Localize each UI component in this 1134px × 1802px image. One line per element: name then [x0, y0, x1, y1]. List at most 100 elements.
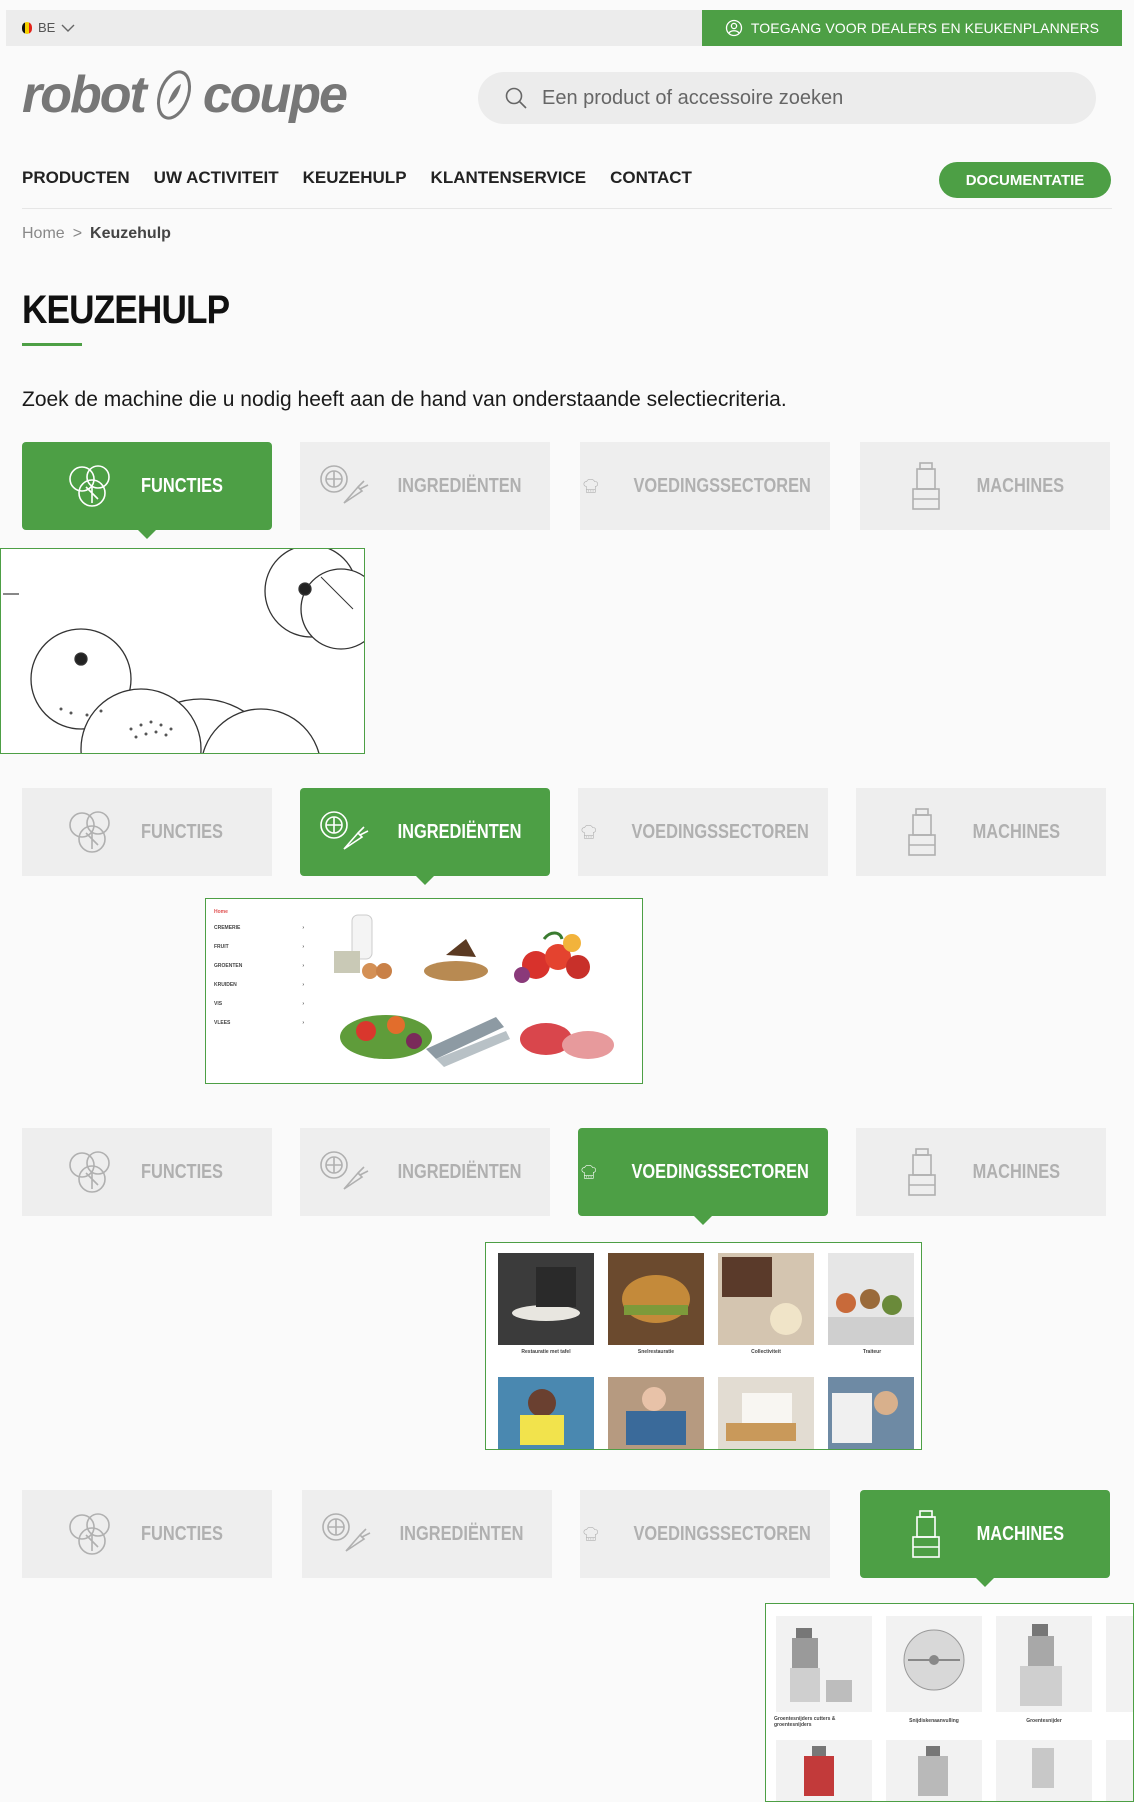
category-label: VLEES	[214, 1020, 231, 1026]
machine-caption: Groentesnijders cutters & groentesnijder…	[774, 1716, 836, 1728]
tab-machines[interactable]: MACHINES	[860, 442, 1110, 530]
tab-label: VOEDINGSSECTOREN	[633, 474, 811, 497]
tab-label: MACHINES	[976, 1522, 1064, 1545]
tab-label: FUNCTIES	[141, 1522, 223, 1545]
sector-caption: Collectiviteit	[751, 1349, 781, 1355]
category-item[interactable]: KRUIDEN ›	[214, 982, 304, 988]
ingredients-preview-panel[interactable]: Home CREMERIE › FRUIT › GROENTEN › KRUIDEN ›…	[205, 898, 643, 1084]
documentation-button[interactable]: DOCUMENTATIE	[939, 162, 1111, 198]
category-label: CREMERIE	[214, 925, 241, 931]
chef-hat-icon	[578, 1143, 600, 1201]
category-item[interactable]: VLEES ›	[214, 1020, 304, 1026]
nav-item-keuzehulp[interactable]: KEUZEHULP	[303, 168, 407, 188]
tab-functies[interactable]: FUNCTIES	[22, 788, 272, 876]
search-input[interactable]	[542, 86, 1062, 110]
sector-photos	[498, 1253, 914, 1449]
grater-discs-icon	[62, 803, 120, 861]
vegetable-icon	[314, 1143, 372, 1201]
category-label: GROENTEN	[214, 963, 243, 969]
nav-divider	[22, 208, 1112, 209]
tab-functies[interactable]: FUNCTIES	[22, 442, 272, 539]
tab-machines[interactable]: MACHINES	[856, 1128, 1106, 1216]
ingredient-category-list: Home CREMERIE › FRUIT › GROENTEN › KRUIDEN ›…	[214, 909, 304, 1039]
tab-label: MACHINES	[972, 1160, 1060, 1183]
ingredients-photos	[334, 914, 614, 1067]
tab-label: INGREDIËNTEN	[400, 1522, 524, 1545]
tab-ingredienten[interactable]: INGREDIËNTEN	[300, 1128, 550, 1216]
tab-voedingssectoren[interactable]: VOEDINGSSECTOREN	[578, 1128, 828, 1225]
tab-label: MACHINES	[972, 820, 1060, 843]
tab-machines[interactable]: MACHINES	[856, 788, 1106, 876]
tab-label: FUNCTIES	[141, 820, 223, 843]
grater-discs-icon	[62, 1505, 120, 1563]
main-nav: PRODUCTEN UW ACTIVITEIT KEUZEHULP KLANTE…	[22, 168, 692, 188]
machine-caption: Groentesnijder	[1026, 1718, 1062, 1724]
robot-coupe-logo[interactable]: robot coupe	[22, 64, 348, 126]
category-label: VIS	[214, 1001, 223, 1007]
category-item[interactable]: GROENTEN ›	[214, 963, 304, 969]
category-label: KRUIDEN	[214, 982, 237, 988]
breadcrumb-home[interactable]: Home	[22, 225, 65, 243]
tab-voedingssectoren[interactable]: VOEDINGSSECTOREN	[580, 442, 830, 530]
search-icon	[505, 87, 527, 109]
vegetable-icon	[314, 457, 372, 515]
breadcrumb: Home > Keuzehulp	[22, 225, 171, 243]
sectors-preview-panel[interactable]: Restauratie met tafel Snelrestauratie Co…	[485, 1242, 922, 1450]
machine-photos	[776, 1616, 1133, 1801]
sector-caption: Snelrestauratie	[637, 1349, 675, 1355]
tab-label: VOEDINGSSECTOREN	[633, 1522, 811, 1545]
user-circle-icon	[725, 19, 743, 37]
sector-caption: Traiteur	[862, 1349, 882, 1355]
food-processor-icon	[893, 1143, 951, 1201]
dealer-access-link[interactable]: TOEGANG VOOR DEALERS EN KEUKENPLANNERS	[702, 10, 1122, 46]
belgium-flag-icon	[22, 21, 32, 34]
search-bar[interactable]	[478, 72, 1096, 124]
tab-label: INGREDIËNTEN	[398, 820, 522, 843]
nav-item-uw-activiteit[interactable]: UW ACTIVITEIT	[154, 168, 279, 188]
vegetable-icon	[314, 803, 372, 861]
category-item[interactable]: VIS ›	[214, 1001, 304, 1007]
nav-item-producten[interactable]: PRODUCTEN	[22, 168, 130, 188]
tab-ingredienten[interactable]: INGREDIËNTEN	[300, 788, 550, 885]
category-item[interactable]: FRUIT ›	[214, 944, 304, 950]
tab-voedingssectoren[interactable]: VOEDINGSSECTOREN	[580, 1490, 830, 1578]
logo-text-left: robot	[22, 66, 147, 124]
machine-caption: Snijdiskenaanvulling	[909, 1718, 959, 1724]
tab-label: FUNCTIES	[141, 474, 223, 497]
chevron-down-icon	[61, 24, 75, 32]
intro-text: Zoek de machine die u nodig heeft aan de…	[22, 388, 787, 411]
breadcrumb-separator: >	[72, 225, 83, 242]
cutting-discs-image	[3, 549, 364, 753]
grater-discs-icon	[62, 1143, 120, 1201]
category-label: FRUIT	[214, 944, 229, 950]
sector-caption: Restauratie met tafel	[521, 1349, 571, 1355]
blade-logo-icon	[156, 70, 191, 120]
nav-item-contact[interactable]: CONTACT	[610, 168, 692, 188]
tab-label: FUNCTIES	[141, 1160, 223, 1183]
tab-functies[interactable]: FUNCTIES	[22, 1128, 272, 1216]
machines-preview-panel[interactable]: Groentesnijders cutters & groentesnijder…	[765, 1603, 1134, 1802]
logo-text-right: coupe	[202, 66, 348, 124]
category-item[interactable]: CREMERIE ›	[214, 925, 304, 931]
nav-item-klantenservice[interactable]: KLANTENSERVICE	[431, 168, 587, 188]
tab-label: VOEDINGSSECTOREN	[631, 1160, 809, 1183]
top-bar: BE TOEGANG VOOR DEALERS EN KEUKENPLANNER…	[6, 10, 1122, 46]
vegetable-icon	[316, 1505, 374, 1563]
grater-discs-icon	[62, 457, 120, 515]
tab-ingredienten[interactable]: INGREDIËNTEN	[302, 1490, 552, 1578]
tab-label: INGREDIËNTEN	[398, 1160, 522, 1183]
food-processor-icon	[897, 1505, 955, 1563]
functions-preview-panel[interactable]	[0, 548, 365, 754]
language-selector[interactable]: BE	[22, 20, 75, 35]
tab-voedingssectoren[interactable]: VOEDINGSSECTOREN	[578, 788, 828, 876]
tab-machines[interactable]: MACHINES	[860, 1490, 1110, 1587]
chef-hat-icon	[578, 803, 600, 861]
category-list-heading: Home	[214, 909, 228, 915]
chef-hat-icon	[580, 457, 602, 515]
chef-hat-icon	[580, 1505, 602, 1563]
tab-ingredienten[interactable]: INGREDIËNTEN	[300, 442, 550, 530]
tab-functies[interactable]: FUNCTIES	[22, 1490, 272, 1578]
tab-label: VOEDINGSSECTOREN	[631, 820, 809, 843]
tab-label: MACHINES	[976, 474, 1064, 497]
breadcrumb-current: Keuzehulp	[90, 225, 171, 242]
